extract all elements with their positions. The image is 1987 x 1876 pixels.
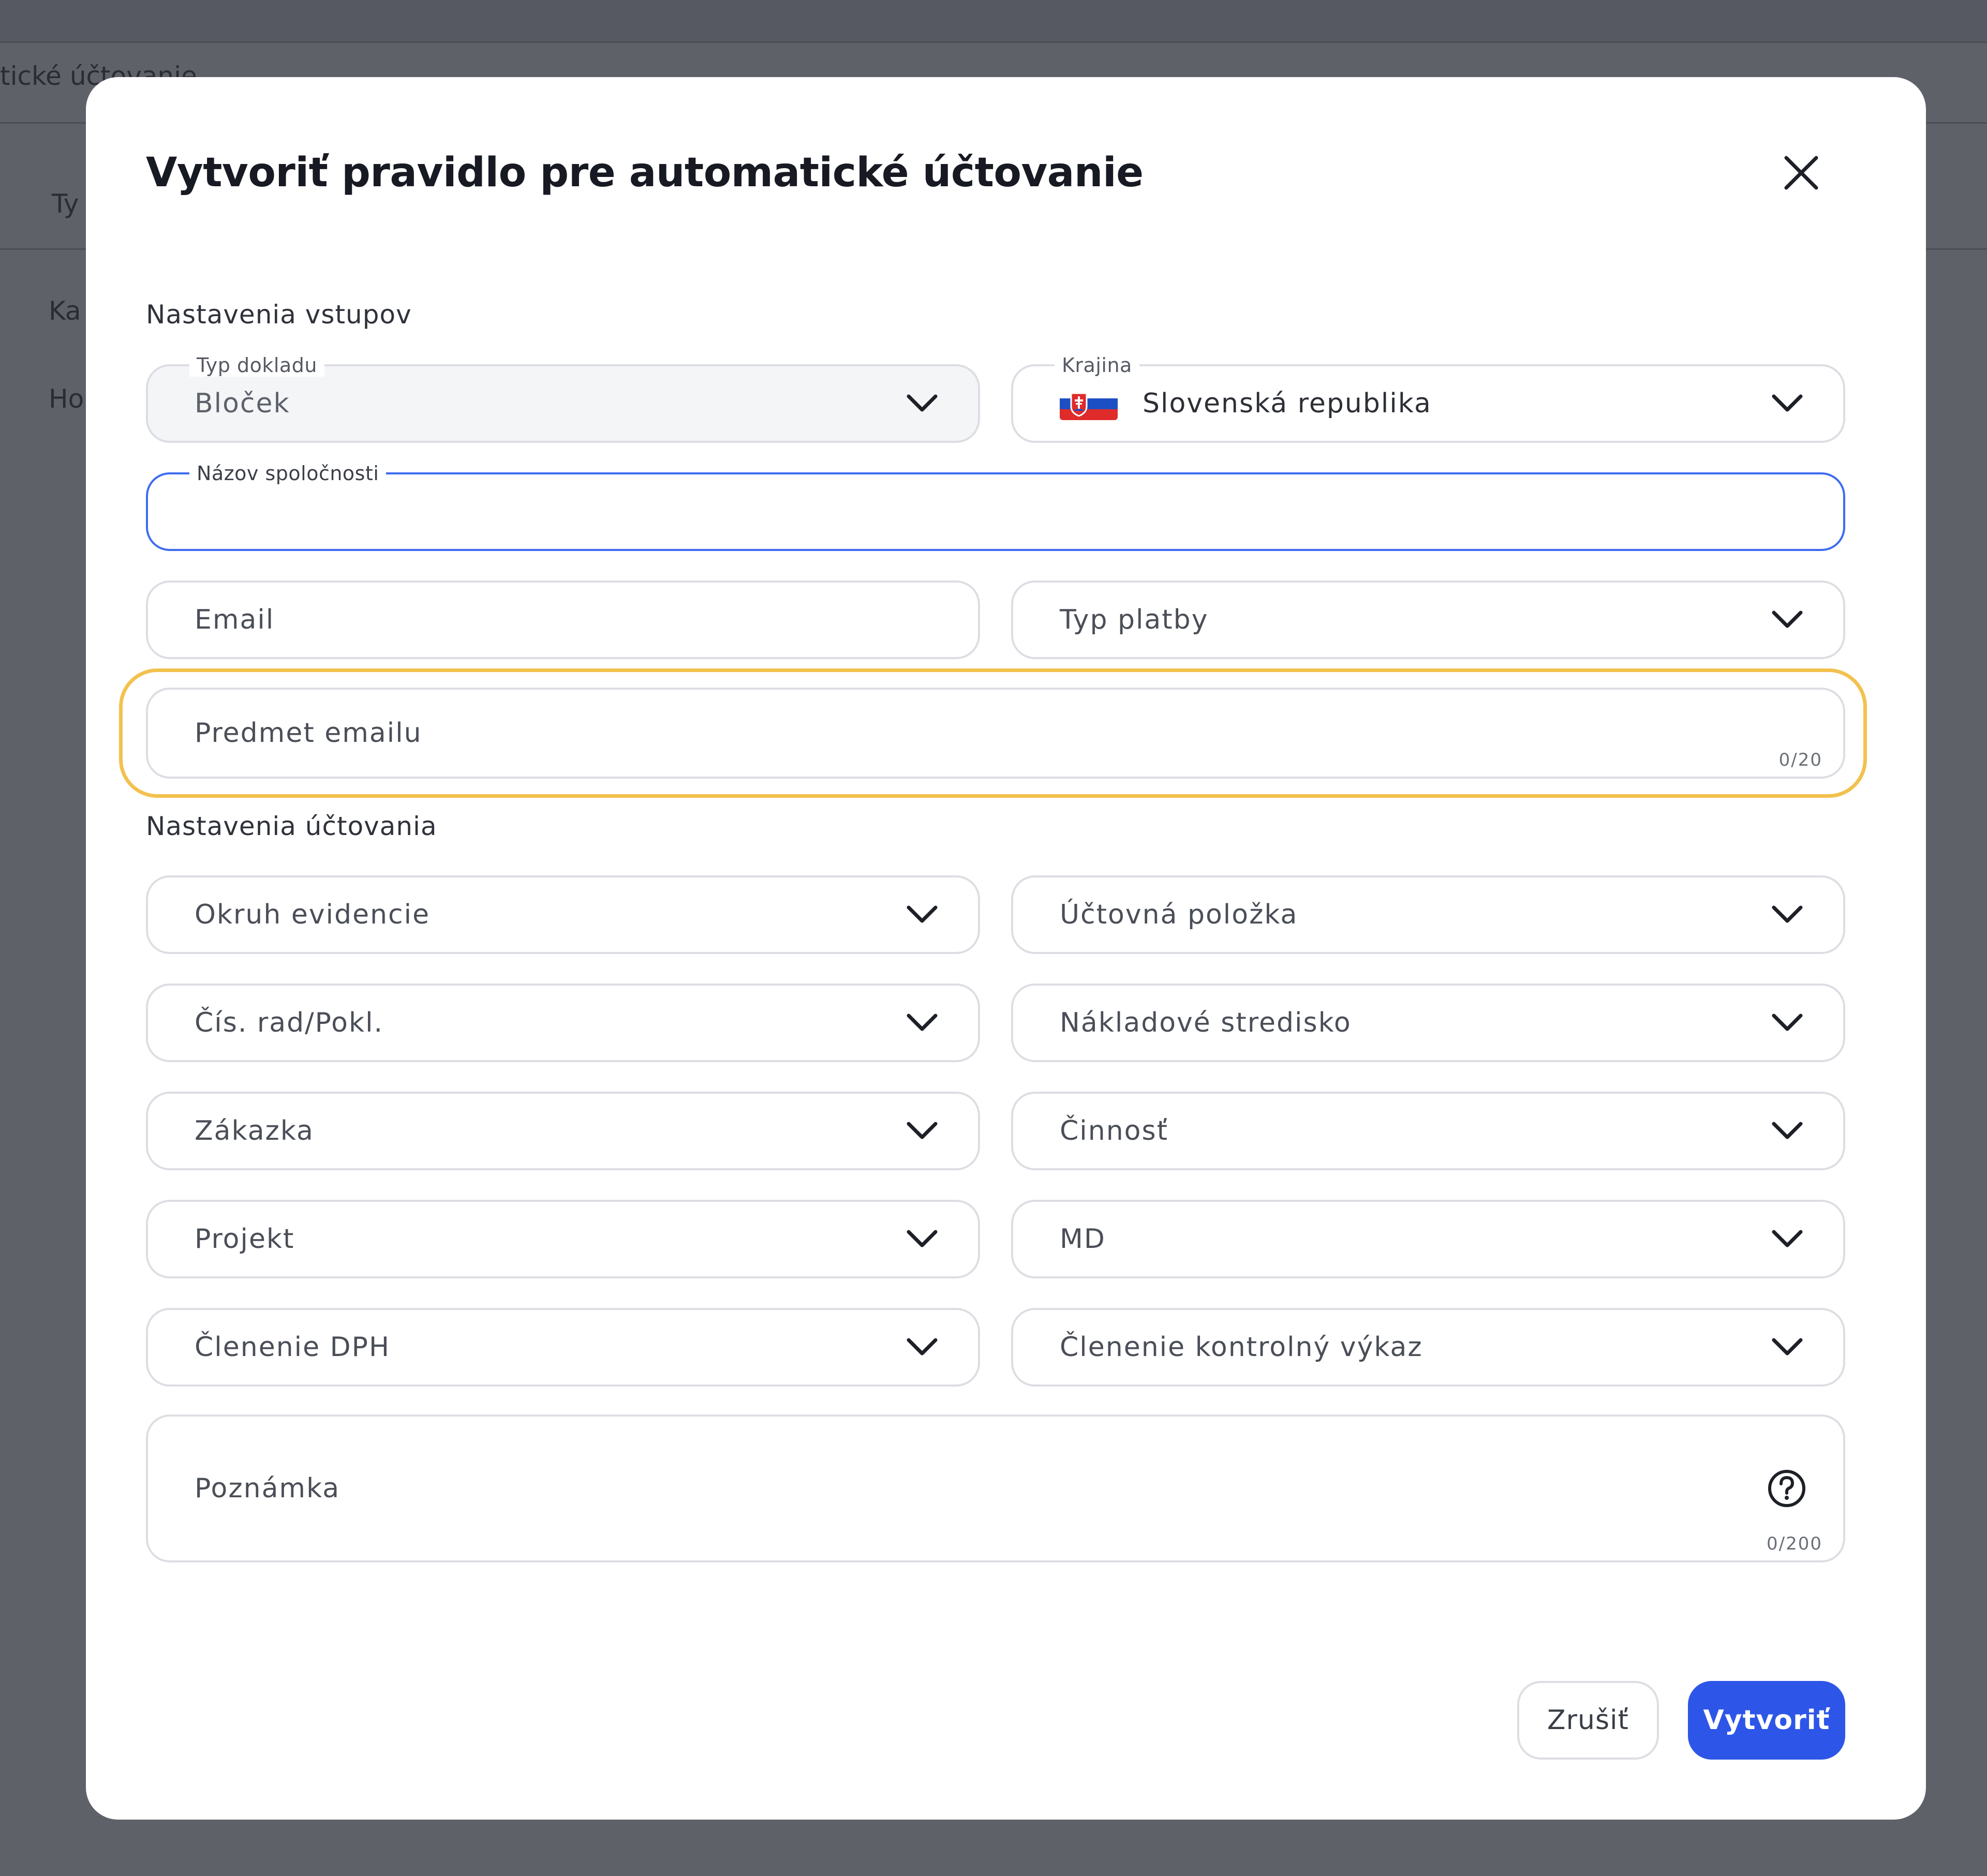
section-label-accounting: Nastavenia účtovania xyxy=(146,811,437,841)
select-placeholder: Činnosť xyxy=(1060,1115,1168,1147)
order-select[interactable]: Zákazka xyxy=(146,1092,980,1170)
country-label: Krajina xyxy=(1055,354,1139,377)
note-placeholder: Poznámka xyxy=(195,1473,340,1504)
document-type-value: Bloček xyxy=(195,388,290,419)
select-placeholder: MD xyxy=(1060,1224,1106,1255)
backdrop-divider xyxy=(0,41,1987,43)
chevron-down-icon xyxy=(907,1014,938,1031)
chevron-down-icon xyxy=(907,905,938,923)
close-icon xyxy=(1784,156,1818,190)
backdrop-row-text: Ka xyxy=(49,296,81,326)
document-type-select[interactable]: Typ dokladu Bloček xyxy=(146,354,980,443)
payment-type-select[interactable]: Typ platby xyxy=(1011,580,1845,659)
cancel-button[interactable]: Zrušiť xyxy=(1517,1681,1659,1760)
note-textarea[interactable]: Poznámka 0/200 xyxy=(146,1415,1845,1562)
company-name-label: Názov spoločnosti xyxy=(189,462,387,485)
select-placeholder: Zákazka xyxy=(195,1115,314,1147)
create-rule-modal: Vytvoriť pravidlo pre automatické účtova… xyxy=(86,77,1926,1820)
chevron-down-icon xyxy=(1772,1230,1803,1247)
backdrop-row-text: Ty xyxy=(52,189,79,219)
select-placeholder: Projekt xyxy=(195,1224,295,1255)
help-icon[interactable] xyxy=(1767,1468,1807,1509)
select-placeholder: Členenie kontrolný výkaz xyxy=(1060,1332,1423,1363)
slovakia-flag-icon xyxy=(1060,387,1118,420)
company-name-input[interactable]: Názov spoločnosti xyxy=(146,462,1845,551)
number-series-select[interactable]: Čís. rad/Pokl. xyxy=(146,984,980,1062)
modal-title: Vytvoriť pravidlo pre automatické účtova… xyxy=(146,150,1144,196)
section-label-inputs: Nastavenia vstupov xyxy=(146,300,412,330)
project-select[interactable]: Projekt xyxy=(146,1200,980,1278)
country-value: Slovenská republika xyxy=(1143,388,1432,419)
email-subject-counter: 0/20 xyxy=(1778,750,1822,770)
chevron-down-icon xyxy=(907,1230,938,1247)
select-placeholder: Členenie DPH xyxy=(195,1332,391,1363)
country-select[interactable]: Krajina Slovenská republika xyxy=(1011,354,1845,443)
select-placeholder: Okruh evidencie xyxy=(195,899,431,930)
chevron-down-icon xyxy=(1772,1014,1803,1031)
chevron-down-icon xyxy=(907,1338,938,1356)
payment-type-placeholder: Typ platby xyxy=(1060,604,1209,635)
record-scope-select[interactable]: Okruh evidencie xyxy=(146,875,980,954)
select-placeholder: Účtovná položka xyxy=(1060,899,1298,930)
note-counter: 0/200 xyxy=(1767,1533,1822,1554)
chevron-down-icon xyxy=(1772,394,1803,412)
debit-select[interactable]: MD xyxy=(1011,1200,1845,1278)
close-button[interactable] xyxy=(1773,144,1830,201)
select-placeholder: Nákladové stredisko xyxy=(1060,1007,1352,1038)
email-subject-placeholder: Predmet emailu xyxy=(195,718,422,749)
chevron-down-icon xyxy=(907,1122,938,1139)
chevron-down-icon xyxy=(907,394,938,412)
chevron-down-icon xyxy=(1772,905,1803,923)
backdrop-header xyxy=(0,0,1987,41)
activity-select[interactable]: Činnosť xyxy=(1011,1092,1845,1170)
cost-center-select[interactable]: Nákladové stredisko xyxy=(1011,984,1845,1062)
chevron-down-icon xyxy=(1772,1122,1803,1139)
document-type-label: Typ dokladu xyxy=(189,354,324,377)
accounting-item-select[interactable]: Účtovná položka xyxy=(1011,875,1845,954)
chevron-down-icon xyxy=(1772,1338,1803,1356)
backdrop-row-text: Ho xyxy=(49,384,84,414)
email-placeholder: Email xyxy=(195,604,275,635)
create-button[interactable]: Vytvoriť xyxy=(1688,1681,1845,1760)
select-placeholder: Čís. rad/Pokl. xyxy=(195,1007,384,1038)
vat-breakdown-select[interactable]: Členenie DPH xyxy=(146,1308,980,1387)
chevron-down-icon xyxy=(1772,611,1803,628)
email-field[interactable]: Email xyxy=(146,580,980,659)
email-subject-input[interactable]: Predmet emailu 0/20 xyxy=(146,688,1845,779)
control-report-select[interactable]: Členenie kontrolný výkaz xyxy=(1011,1308,1845,1387)
